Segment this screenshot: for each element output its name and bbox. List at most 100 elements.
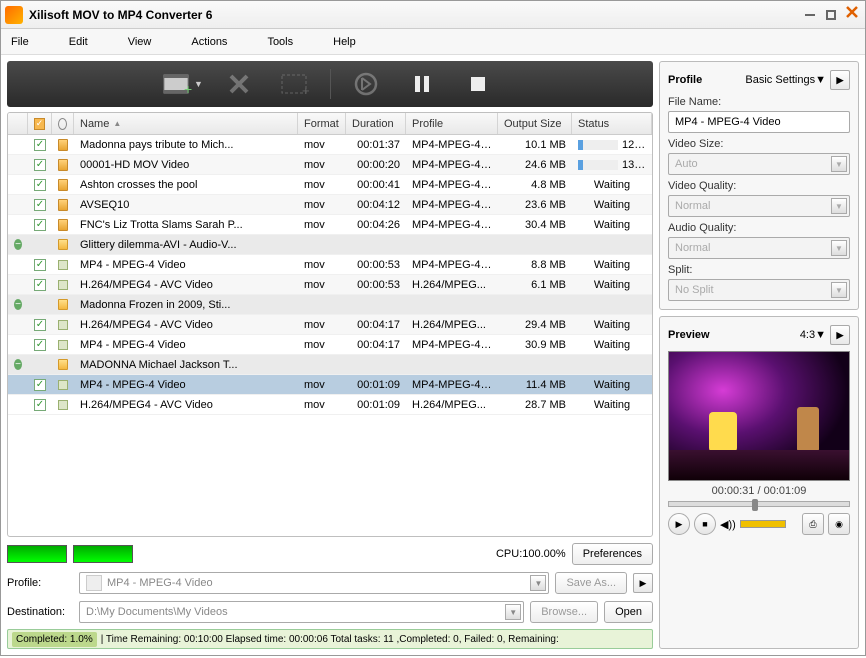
preview-time: 00:00:31 / 00:01:09 [668, 485, 850, 497]
table-row[interactable]: ✓AVSEQ10mov00:04:12MP4-MPEG-4 ...23.6 MB… [8, 195, 652, 215]
preview-video[interactable] [668, 351, 850, 481]
table-row[interactable]: ✓MP4 - MPEG-4 Videomov00:00:53MP4-MPEG-4… [8, 255, 652, 275]
volume-slider[interactable] [740, 520, 786, 528]
seek-slider[interactable] [668, 501, 850, 507]
collapse-icon[interactable]: − [14, 359, 22, 370]
audio-quality-select[interactable]: Normal▼ [668, 237, 850, 259]
check-all[interactable]: ✓ [34, 118, 45, 130]
video-size-select[interactable]: Auto▼ [668, 153, 850, 175]
close-button[interactable] [843, 6, 861, 24]
menu-tools[interactable]: Tools [267, 36, 293, 48]
table-row[interactable]: ✓MP4 - MPEG-4 Videomov00:01:09MP4-MPEG-4… [8, 375, 652, 395]
collapse-icon[interactable]: − [14, 239, 22, 250]
table-row[interactable]: ✓FNC's Liz Trotta Slams Sarah P...mov00:… [8, 215, 652, 235]
preview-stop-button[interactable]: ■ [694, 513, 716, 535]
chevron-down-icon: ▼ [831, 156, 847, 172]
menu-file[interactable]: File [11, 36, 29, 48]
profile-icon [58, 400, 68, 410]
menu-view[interactable]: View [128, 36, 152, 48]
table-row[interactable]: ✓00001-HD MOV Videomov00:00:20MP4-MPEG-4… [8, 155, 652, 175]
remove-button[interactable] [218, 66, 260, 102]
minimize-button[interactable] [801, 6, 819, 24]
row-checkbox[interactable]: ✓ [34, 279, 46, 291]
video-file-icon [58, 179, 68, 191]
profile-icon [58, 340, 68, 350]
table-row[interactable]: ✓Ashton crosses the poolmov00:00:41MP4-M… [8, 175, 652, 195]
row-name: H.264/MPEG4 - AVC Video [74, 279, 298, 291]
table-row[interactable]: ✓MP4 - MPEG-4 Videomov00:04:17MP4-MPEG-4… [8, 335, 652, 355]
chevron-down-icon: ▼ [194, 79, 203, 89]
browse-button[interactable]: Browse... [530, 601, 598, 623]
table-row[interactable]: ✓Madonna pays tribute to Mich...mov00:01… [8, 135, 652, 155]
row-checkbox[interactable]: ✓ [34, 319, 46, 331]
video-quality-select[interactable]: Normal▼ [668, 195, 850, 217]
menu-help[interactable]: Help [333, 36, 356, 48]
col-duration[interactable]: Duration [346, 113, 406, 134]
chevron-down-icon: ▼ [831, 240, 847, 256]
group-row[interactable]: −MADONNA Michael Jackson T... [8, 355, 652, 375]
export-button[interactable]: ⎙ [802, 513, 824, 535]
row-checkbox[interactable]: ✓ [34, 179, 46, 191]
svg-text:+: + [302, 83, 310, 95]
clip-button[interactable]: + [274, 66, 316, 102]
row-name: Glittery dilemma-AVI - Audio-V... [74, 239, 298, 251]
add-file-button[interactable]: + ▼ [162, 66, 204, 102]
menu-edit[interactable]: Edit [69, 36, 88, 48]
stop-icon [468, 74, 488, 94]
table-row[interactable]: ✓H.264/MPEG4 - AVC Videomov00:01:09H.264… [8, 395, 652, 415]
menu-actions[interactable]: Actions [191, 36, 227, 48]
aspect-ratio-button[interactable]: 4:3▼ [800, 329, 826, 341]
row-status: 12.2% [572, 139, 652, 151]
col-name[interactable]: Name▲ [74, 113, 298, 134]
vu-meter-left [7, 545, 67, 563]
row-profile: MP4-MPEG-4 ... [406, 339, 498, 351]
row-checkbox[interactable]: ✓ [34, 159, 46, 171]
row-checkbox[interactable]: ✓ [34, 259, 46, 271]
row-profile: MP4-MPEG-4 ... [406, 159, 498, 171]
file-name-input[interactable]: MP4 - MPEG-4 Video [668, 111, 850, 133]
maximize-button[interactable] [822, 6, 840, 24]
collapse-icon[interactable]: − [14, 299, 22, 310]
stop-button[interactable] [457, 66, 499, 102]
col-status[interactable]: Status [572, 113, 652, 134]
row-size: 29.4 MB [498, 319, 572, 331]
row-checkbox[interactable]: ✓ [34, 219, 46, 231]
preview-panel: Preview 4:3▼ ▶ 00:00:31 / 00:01:09 ▶ ■ ◀… [659, 316, 859, 649]
row-format: mov [298, 399, 346, 411]
destination-combo[interactable]: D:\My Documents\My Videos ▼ [79, 601, 524, 623]
folder-icon [58, 359, 68, 370]
col-output-size[interactable]: Output Size [498, 113, 572, 134]
minimize-icon [805, 14, 815, 16]
seek-thumb[interactable] [752, 499, 758, 511]
open-button[interactable]: Open [604, 601, 653, 623]
row-checkbox[interactable]: ✓ [34, 139, 46, 151]
row-checkbox[interactable]: ✓ [34, 339, 46, 351]
table-row[interactable]: ✓H.264/MPEG4 - AVC Videomov00:00:53H.264… [8, 275, 652, 295]
row-checkbox[interactable]: ✓ [34, 379, 46, 391]
split-select[interactable]: No Split▼ [668, 279, 850, 301]
group-row[interactable]: − Glittery dilemma-AVI - Audio-V... [8, 235, 652, 255]
table-row[interactable]: ✓H.264/MPEG4 - AVC Videomov00:04:17H.264… [8, 315, 652, 335]
profile-icon [58, 320, 68, 330]
preferences-button[interactable]: Preferences [572, 543, 653, 565]
snapshot-button[interactable]: ◉ [828, 513, 850, 535]
col-format[interactable]: Format [298, 113, 346, 134]
pause-button[interactable] [401, 66, 443, 102]
play-button[interactable]: ▶ [668, 513, 690, 535]
row-checkbox[interactable]: ✓ [34, 199, 46, 211]
profile-panel-next[interactable]: ▶ [830, 70, 850, 90]
preview-next-button[interactable]: ▶ [830, 325, 850, 345]
clip-icon: + [280, 73, 310, 95]
grid-header: ✓ Name▲ Format Duration Profile Output S… [8, 113, 652, 135]
profile-combo[interactable]: MP4 - MPEG-4 Video ▼ [79, 572, 549, 594]
row-profile: H.264/MPEG... [406, 279, 498, 291]
group-row[interactable]: −Madonna Frozen in 2009, Sti... [8, 295, 652, 315]
profile-next-button[interactable]: ▶ [633, 573, 653, 593]
row-checkbox[interactable]: ✓ [34, 399, 46, 411]
camera-icon: ◉ [835, 519, 843, 530]
pause-icon [411, 73, 433, 95]
save-as-button[interactable]: Save As... [555, 572, 627, 594]
col-profile[interactable]: Profile [406, 113, 498, 134]
convert-button[interactable] [345, 66, 387, 102]
basic-settings-link[interactable]: Basic Settings▼ [745, 74, 826, 86]
